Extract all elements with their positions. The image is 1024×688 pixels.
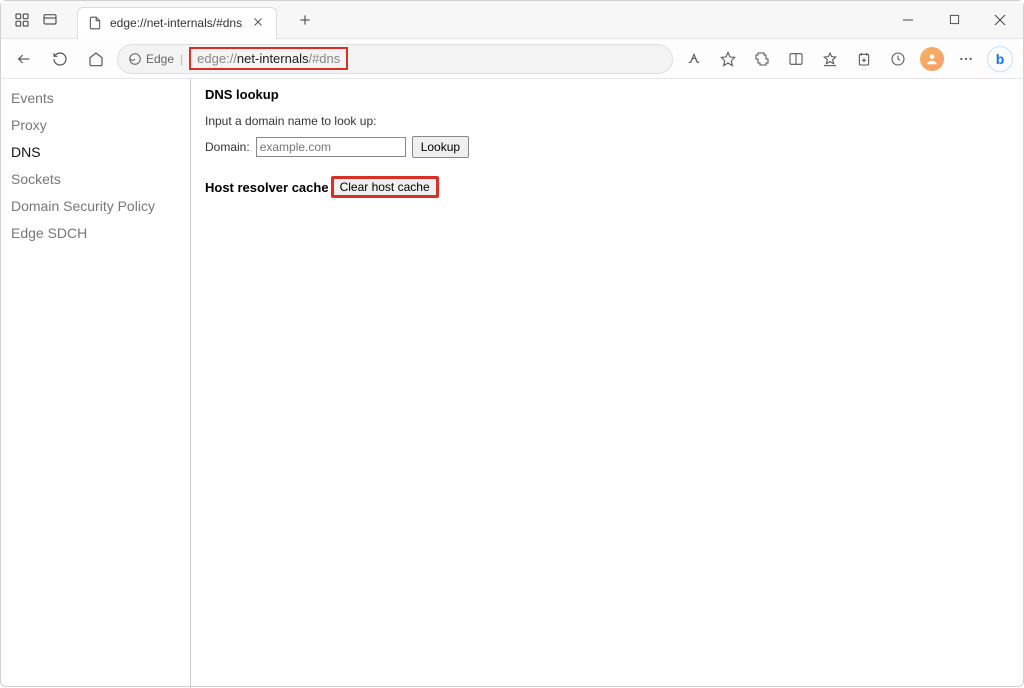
workspaces-icon[interactable]: [13, 11, 31, 29]
tab-actions-icon[interactable]: [41, 11, 59, 29]
domain-row: Domain: Lookup: [205, 136, 469, 158]
history-icon[interactable]: [883, 44, 913, 74]
edge-identity: Edge: [128, 52, 174, 66]
dns-lookup-title: DNS lookup: [205, 87, 469, 102]
new-tab-button[interactable]: [291, 6, 319, 34]
close-tab-icon[interactable]: [252, 16, 266, 30]
home-button[interactable]: [81, 44, 111, 74]
domain-input[interactable]: [256, 137, 406, 157]
url-highlight-box: edge://net-internals/#dns: [189, 47, 348, 70]
sidebar-item-dns[interactable]: DNS: [1, 139, 190, 166]
sidebar-item-proxy[interactable]: Proxy: [1, 112, 190, 139]
close-window-button[interactable]: [977, 1, 1023, 39]
content-area: Events Proxy DNS Sockets Domain Security…: [1, 79, 1023, 688]
more-icon[interactable]: [951, 44, 981, 74]
title-left-group: edge://net-internals/#dns: [1, 1, 319, 39]
extensions-icon[interactable]: [747, 44, 777, 74]
toolbar: Edge | edge://net-internals/#dns b: [1, 39, 1023, 79]
host-resolver-cache-row: Host resolver cache Clear host cache: [205, 176, 469, 198]
read-aloud-icon[interactable]: [679, 44, 709, 74]
host-resolver-cache-label: Host resolver cache: [205, 180, 329, 195]
domain-label: Domain:: [205, 140, 250, 154]
back-button[interactable]: [9, 44, 39, 74]
main-panel: DNS lookup Input a domain name to look u…: [191, 79, 483, 688]
toolbar-right: b: [679, 44, 1015, 74]
clear-host-cache-button[interactable]: Clear host cache: [331, 176, 439, 198]
sidebar: Events Proxy DNS Sockets Domain Security…: [1, 79, 191, 688]
favorite-icon[interactable]: [713, 44, 743, 74]
minimize-button[interactable]: [885, 1, 931, 39]
url-host: net-internals: [237, 51, 309, 66]
collections-icon[interactable]: [849, 44, 879, 74]
browser-tab[interactable]: edge://net-internals/#dns: [77, 7, 277, 39]
address-bar[interactable]: Edge | edge://net-internals/#dns: [117, 44, 673, 74]
page-icon: [88, 16, 102, 30]
profile-avatar[interactable]: [917, 44, 947, 74]
edge-label-text: Edge: [146, 52, 174, 66]
address-separator: |: [180, 52, 183, 66]
bing-button[interactable]: b: [985, 44, 1015, 74]
sidebar-item-domain-security-policy[interactable]: Domain Security Policy: [1, 193, 190, 220]
split-screen-icon[interactable]: [781, 44, 811, 74]
url-scheme: edge://: [197, 51, 237, 66]
maximize-button[interactable]: [931, 1, 977, 39]
sidebar-item-events[interactable]: Events: [1, 85, 190, 112]
favorites-bar-icon[interactable]: [815, 44, 845, 74]
window-controls: [885, 1, 1023, 39]
title-bar: edge://net-internals/#dns: [1, 1, 1023, 39]
sidebar-item-edge-sdch[interactable]: Edge SDCH: [1, 220, 190, 247]
domain-instruction: Input a domain name to look up:: [205, 114, 469, 128]
url-path: /#dns: [308, 51, 340, 66]
refresh-button[interactable]: [45, 44, 75, 74]
lookup-button[interactable]: Lookup: [412, 136, 469, 158]
tab-title: edge://net-internals/#dns: [110, 16, 244, 30]
sidebar-item-sockets[interactable]: Sockets: [1, 166, 190, 193]
